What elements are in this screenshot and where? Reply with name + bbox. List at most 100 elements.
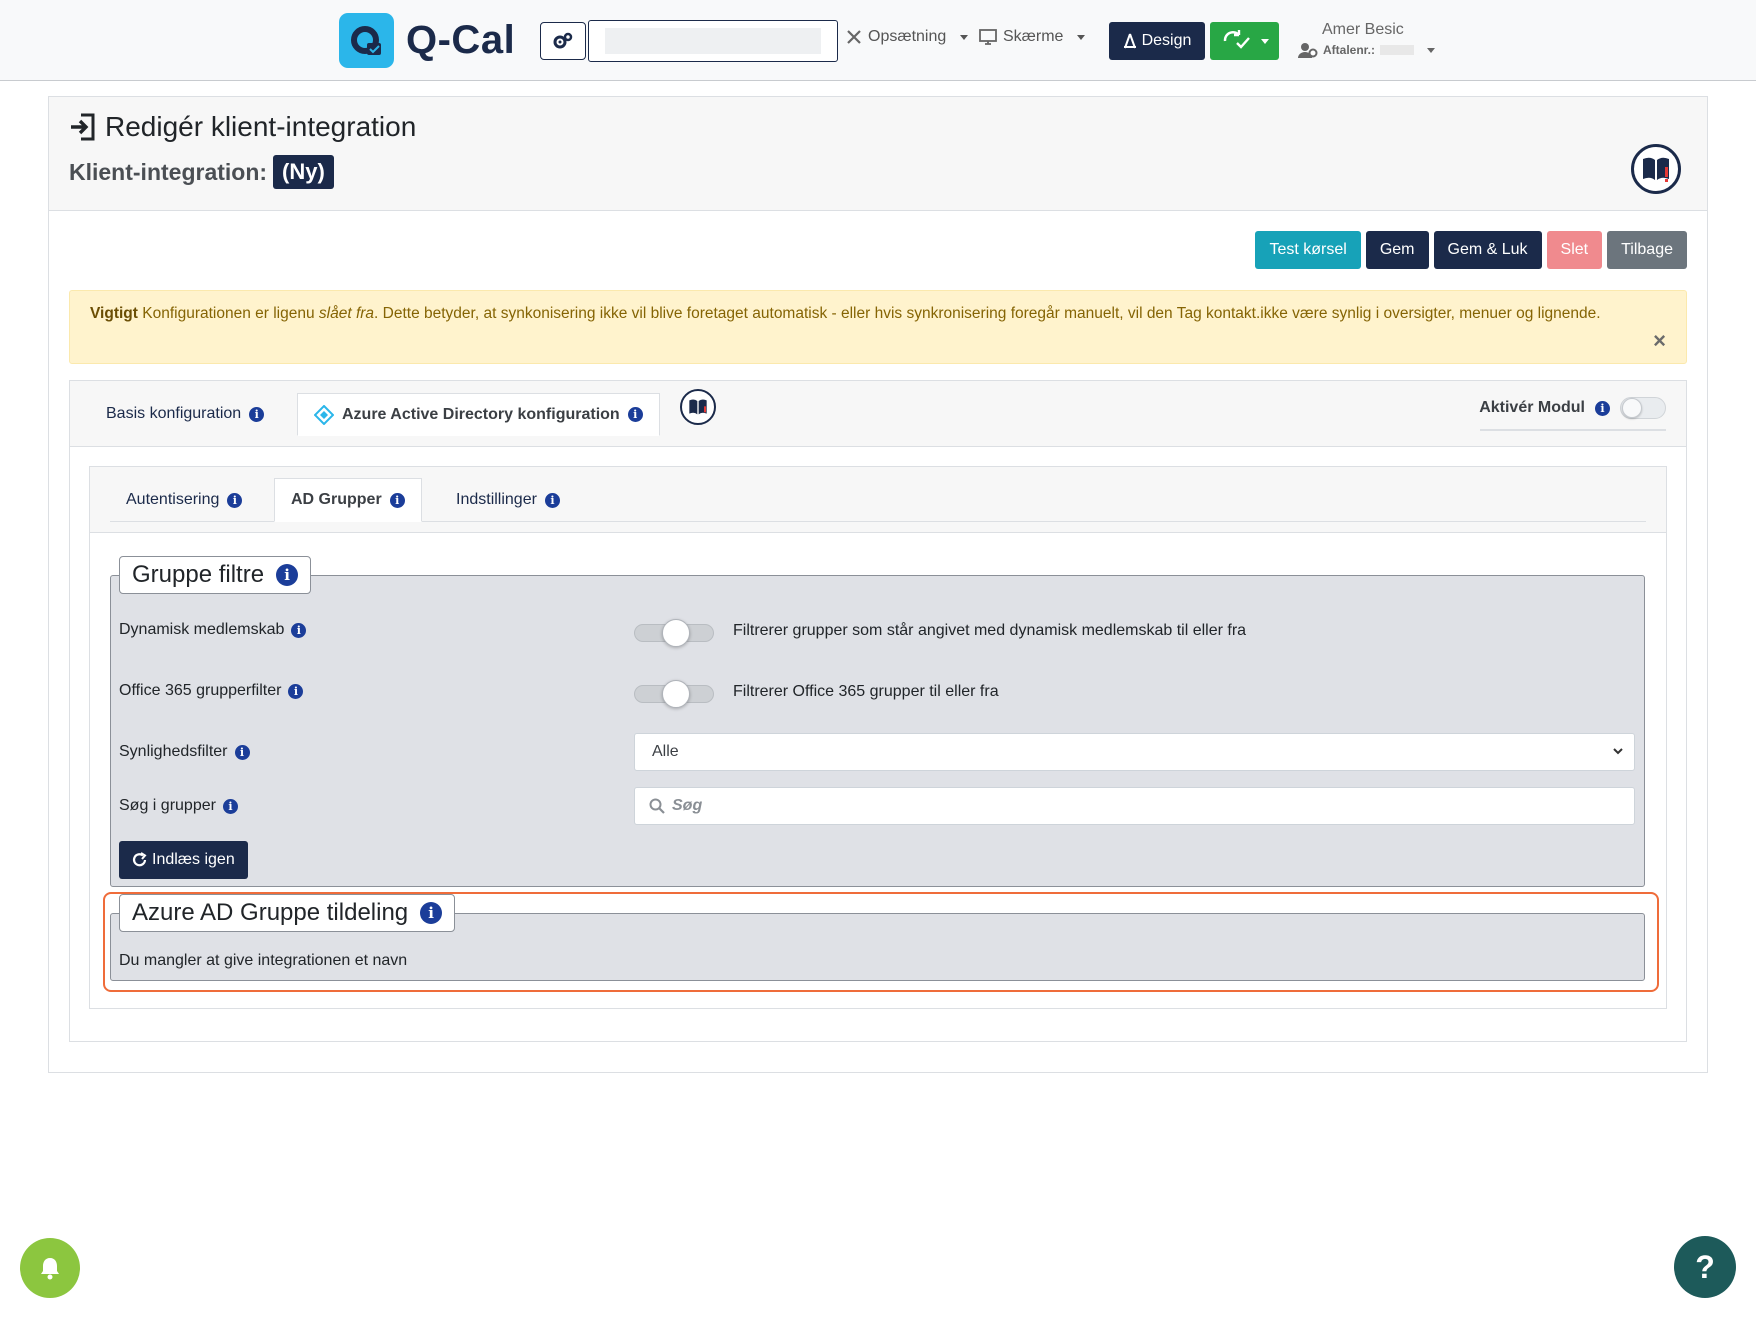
ad-config-card: Autentisering i AD Grupper i Indstilling… [89,466,1667,1009]
chevron-down-icon [960,34,969,40]
alert-emphasis: slået fra [318,305,375,322]
design-button[interactable]: Design [1109,22,1205,60]
group-assignment-legend: Azure AD Gruppe tildeling i [119,894,456,932]
setup-menu[interactable]: Opsætning [846,28,969,46]
edit-integration-card: Redigér klient-integration Klient-integr… [48,96,1708,1073]
dynamic-membership-toggle[interactable] [634,619,714,647]
page-title-text: Redigér klient-integration [105,111,417,142]
user-name[interactable]: Amer Besic [1322,21,1404,39]
visibility-filter-value: Alle [652,743,679,760]
activate-module-toggle[interactable] [1620,397,1666,419]
save-close-button[interactable]: Gem & Luk [1433,231,1542,269]
notifications-button[interactable] [20,1238,80,1298]
help-button[interactable]: ? [1674,1236,1736,1298]
tab-groups-label: AD Grupper [291,491,382,508]
book-help-icon[interactable] [680,389,716,425]
book-help-icon[interactable] [1631,144,1681,194]
activate-module: Aktivér Modul i [1479,395,1666,421]
search-icon [649,798,665,814]
tab-auth-label: Autentisering [126,491,220,508]
tab-basis-label: Basis konfiguration [106,405,242,422]
q-cal-logo-icon[interactable] [339,13,394,68]
office365-filter-toggle[interactable] [634,680,714,708]
info-icon[interactable]: i [291,622,307,638]
info-icon[interactable]: i [222,798,238,814]
screens-menu-label: Skærme [1003,28,1064,45]
question-icon: ? [1695,1248,1715,1285]
info-icon[interactable]: i [389,492,405,508]
group-filters-legend: Gruppe filtre i [119,556,312,594]
visibility-filter-text: Synlighedsfilter [119,743,228,760]
screens-menu[interactable]: Skærme [979,28,1086,46]
office365-filter-text: Office 365 grupperfilter [119,682,282,699]
info-icon[interactable]: i [276,564,299,586]
info-icon[interactable]: i [544,492,560,508]
compass-icon [1123,33,1136,49]
tab-azure-label: Azure Active Directory konfiguration [342,405,620,423]
info-icon[interactable]: i [627,407,643,422]
visibility-filter-label: Synlighedsfilter i [119,743,250,761]
tab-settings-label: Indstillinger [456,491,537,508]
activate-module-label: Aktivér Modul [1479,399,1585,416]
config-tabs-header: Basis konfiguration i Azure Active Direc… [70,381,1686,447]
tab-ad-groups[interactable]: AD Grupper i [274,478,422,522]
settings-button[interactable] [540,22,586,60]
tools-icon [847,30,861,44]
azure-ad-icon [314,404,334,425]
action-buttons: Test kørsel Gem Gem & Luk Slet Tilbage [1255,231,1687,269]
info-icon[interactable]: i [1595,400,1610,416]
sync-dropdown-button[interactable] [1210,22,1279,60]
search-groups-field [634,787,1635,825]
setup-menu-label: Opsætning [868,28,947,45]
config-tabs-card: Basis konfiguration i Azure Active Direc… [69,380,1687,1042]
reload-button-label: Indlæs igen [152,851,235,868]
agreement-label: Aftalenr.: [1323,43,1376,57]
user-menu[interactable]: Aftalenr.: [1298,42,1436,58]
ad-subtabs-header: Autentisering i AD Grupper i Indstilling… [90,467,1666,533]
alert-text-after: . Dette betyder, at synkonisering ikke v… [374,305,1601,322]
sync-check-icon [1223,30,1250,49]
chevron-down-icon [1613,748,1623,755]
group-assignment-message: Du mangler at give integrationen et navn [119,952,408,969]
global-search-input[interactable] [588,20,838,62]
info-icon[interactable]: i [288,683,304,699]
info-icon[interactable]: i [249,406,265,422]
top-navbar: Q-Cal Opsætning Skærme Design Amer Besic… [0,0,1756,81]
save-button[interactable]: Gem [1365,231,1429,269]
tab-authentication[interactable]: Autentisering i [110,478,258,522]
group-assignment-fieldset: Azure AD Gruppe tildeling i Du mangler a… [110,894,1645,981]
test-run-button[interactable]: Test kørsel [1255,231,1361,269]
gears-icon [553,32,573,49]
delete-button[interactable]: Slet [1546,231,1603,269]
close-icon[interactable]: × [1653,329,1666,353]
info-icon[interactable]: i [234,744,250,760]
back-button[interactable]: Tilbage [1607,231,1687,269]
group-filters-fieldset: Gruppe filtre i Dynamisk medlemskab i Fi… [110,556,1645,887]
alert-strong: Vigtigt [90,305,138,322]
redo-icon [132,852,147,867]
integration-label: Klient-integration: [69,158,268,185]
visibility-filter-select[interactable]: Alle [634,733,1635,771]
info-icon[interactable]: i [420,902,443,924]
warning-alert: Vigtigt Konfigurationen er ligenu slået … [69,290,1687,364]
chevron-down-icon [1077,34,1086,40]
status-badge: (Ny) [273,155,334,189]
search-groups-text: Søg i grupper [119,797,216,814]
app-name[interactable]: Q-Cal [406,18,515,63]
reload-button[interactable]: Indlæs igen [119,841,248,879]
group-assignment-title: Azure AD Gruppe tildeling [132,899,409,926]
office365-filter-desc: Filtrerer Office 365 grupper til eller f… [733,683,999,700]
tab-basis-config[interactable]: Basis konfiguration i [90,393,280,435]
chevron-down-icon [1260,38,1269,44]
alert-text-before: Konfigurationen er ligenu [137,305,319,322]
tab-azure-ad-config[interactable]: Azure Active Directory konfiguration i [297,393,660,436]
info-icon[interactable]: i [227,492,243,508]
dynamic-membership-label: Dynamisk medlemskab i [119,621,307,639]
dynamic-membership-text: Dynamisk medlemskab [119,621,285,638]
tab-settings[interactable]: Indstillinger i [440,478,576,522]
dynamic-membership-desc: Filtrerer grupper som står angivet med d… [733,622,1247,639]
search-groups-input[interactable] [670,796,1570,816]
office365-filter-label: Office 365 grupperfilter i [119,682,304,700]
chevron-down-icon [1427,47,1436,53]
user-cog-icon [1298,43,1318,58]
